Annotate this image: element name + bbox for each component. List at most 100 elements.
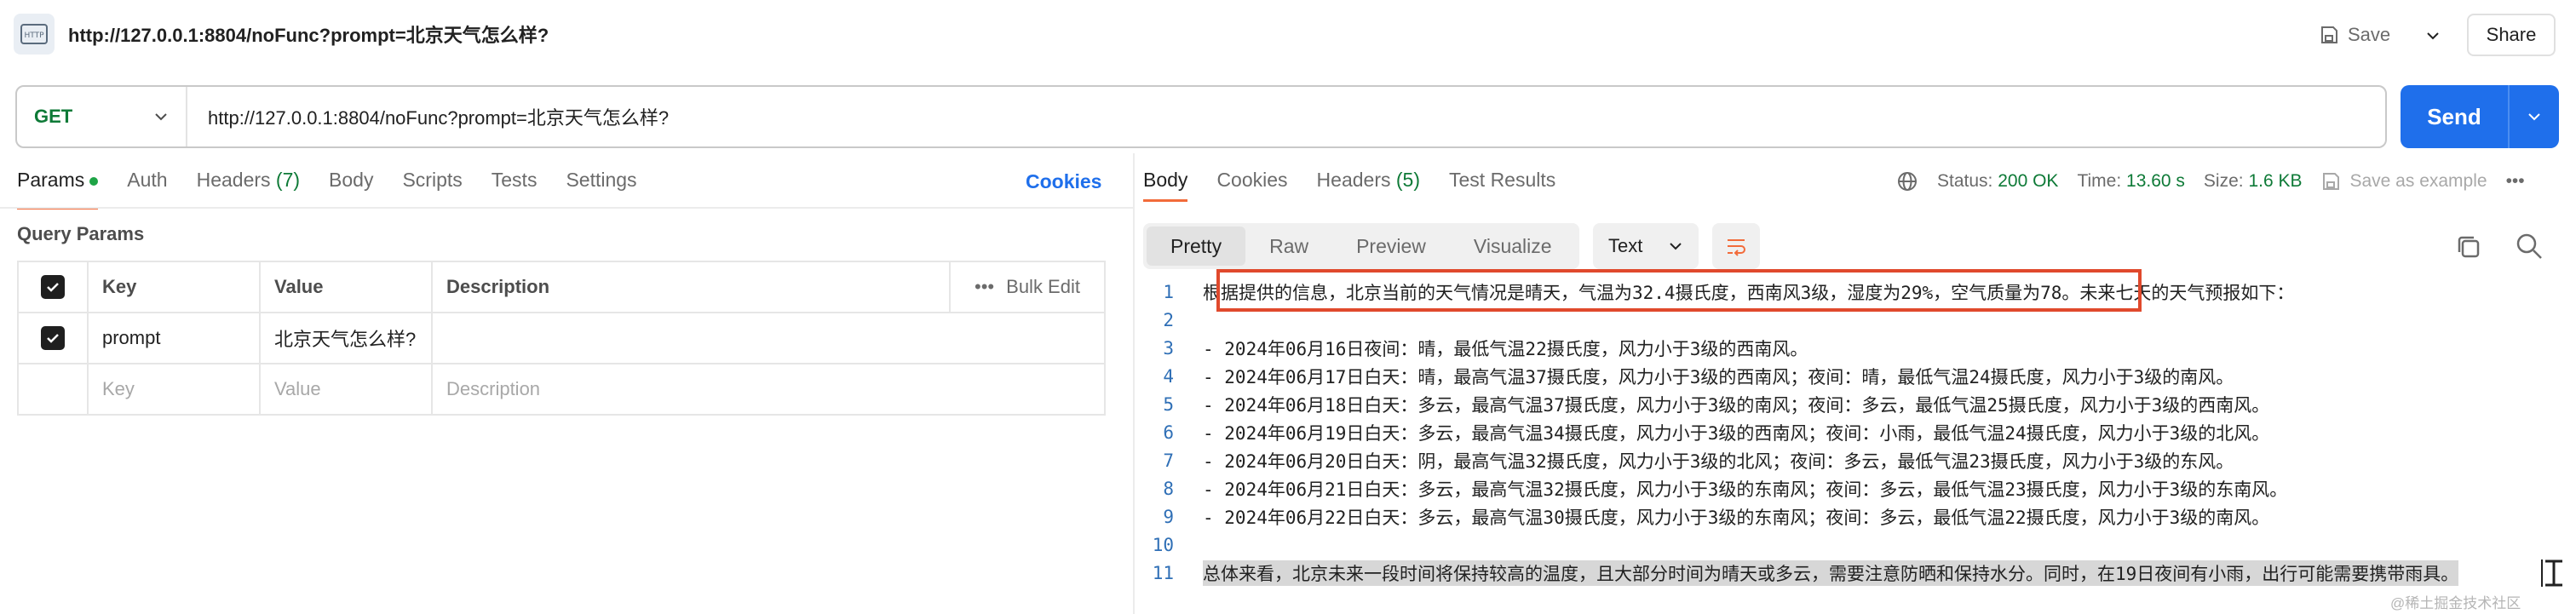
request-tabs: Params Auth Headers (7) Body Scripts Tes…: [17, 169, 637, 209]
row-checkbox[interactable]: [19, 313, 89, 363]
word-wrap-icon[interactable]: [1712, 223, 1760, 269]
query-params-label: Query Params: [17, 223, 145, 244]
tab-auth[interactable]: Auth: [127, 169, 167, 199]
param-key[interactable]: prompt: [89, 313, 261, 363]
tab-tests[interactable]: Tests: [492, 169, 538, 199]
line-number: 10: [1152, 534, 1174, 555]
format-value: Text: [1608, 235, 1643, 256]
code-text: - 2024年06月18日白天：多云，最高气温37摄氏度，风力小于3级的南风；夜…: [1203, 394, 2270, 416]
mode-raw[interactable]: Raw: [1245, 227, 1332, 266]
response-status: Status: 200 OK Time: 13.60 s Size: 1.6 K…: [1896, 170, 2525, 192]
line-number: 2: [1163, 309, 1174, 330]
tab-test-results[interactable]: Test Results: [1449, 169, 1555, 192]
tab-headers[interactable]: Headers (7): [197, 169, 300, 199]
time: Time: 13.60 s: [2077, 171, 2185, 191]
response-tabs: Body Cookies Headers (5) Test Results: [1143, 169, 1555, 202]
mode-visualize[interactable]: Visualize: [1450, 227, 1576, 266]
annotation-highlight-box: [1216, 269, 2142, 312]
code-text: - 2024年06月19日白天：多云，最高气温34摄氏度，风力小于3级的西南风；…: [1203, 422, 2270, 444]
svg-text:HTTP: HTTP: [24, 32, 44, 40]
code-text: - 2024年06月16日夜间：晴，最低气温22摄氏度，风力小于3级的西南风。: [1203, 338, 1808, 359]
line-number: 4: [1163, 365, 1174, 387]
code-line: 9 - 2024年06月22日白天：多云，最高气温30摄氏度，风力小于3级的东南风…: [1143, 502, 2576, 531]
tab-scripts[interactable]: Scripts: [402, 169, 462, 199]
params-table: Key Value Description ••• Bulk Edit promp…: [17, 261, 1106, 416]
line-number: 1: [1163, 281, 1174, 302]
empty-checkbox-cell: [19, 364, 89, 414]
pane-divider[interactable]: [1133, 153, 1135, 614]
mode-pretty[interactable]: Pretty: [1147, 227, 1246, 266]
response-body-editor[interactable]: 1 根据提供的信息，北京当前的天气情况是晴天，气温为32.4摄氏度，西南风3级，湿…: [1143, 278, 2576, 587]
save-options-chevron-icon[interactable]: [2416, 19, 2450, 53]
header-value: Value: [261, 262, 433, 312]
chevron-down-icon: [1670, 243, 1682, 250]
line-number: 5: [1163, 393, 1174, 415]
value-placeholder[interactable]: Value: [261, 364, 433, 414]
code-text: - 2024年06月17日白天：晴，最高气温37摄氏度，风力小于3级的西南风；夜…: [1203, 366, 2234, 387]
save-label: Save: [2348, 24, 2391, 45]
param-value[interactable]: 北京天气怎么样?: [261, 313, 433, 363]
save-button[interactable]: Save: [2319, 17, 2390, 53]
select-all-checkbox[interactable]: [19, 262, 89, 312]
line-number: 3: [1163, 337, 1174, 359]
code-text: - 2024年06月20日白天：阴，最高气温32摄氏度，风力小于3级的北风；夜间…: [1203, 450, 2234, 472]
table-row-empty: Key Value Description: [19, 364, 1104, 414]
text-cursor-icon: [2541, 559, 2562, 587]
size: Size: 1.6 KB: [2203, 171, 2303, 191]
code-line: 7 - 2024年06月20日白天：阴，最高气温32摄氏度，风力小于3级的北风；夜…: [1143, 446, 2576, 474]
line-number: 11: [1152, 562, 1174, 583]
search-icon[interactable]: [2513, 230, 2545, 262]
bulk-edit-button[interactable]: ••• Bulk Edit: [951, 262, 1104, 312]
method-value: GET: [34, 106, 73, 127]
method-select[interactable]: GET: [17, 87, 187, 146]
params-active-dot: [89, 176, 99, 186]
send-label[interactable]: Send: [2401, 85, 2508, 148]
tab-params[interactable]: Params: [17, 169, 99, 209]
code-text-selected: 总体来看，北京未来一段时间将保持较高的温度，且大部分时间为晴天或多云，需要注意防…: [1203, 559, 2459, 586]
code-line: 10: [1143, 531, 2576, 559]
line-number: 6: [1163, 422, 1174, 443]
watermark: @稀土掘金技术社区: [2390, 595, 2521, 611]
share-button[interactable]: Share: [2467, 14, 2556, 56]
request-title[interactable]: http://127.0.0.1:8804/noFunc?prompt=北京天气…: [68, 20, 549, 48]
tab-response-cookies[interactable]: Cookies: [1216, 169, 1287, 192]
param-description[interactable]: [433, 313, 1104, 363]
tab-response-headers[interactable]: Headers (5): [1317, 169, 1420, 192]
tab-settings[interactable]: Settings: [566, 169, 636, 199]
response-view-modes: Pretty Raw Preview Visualize: [1143, 223, 1579, 269]
cookies-link[interactable]: Cookies: [1026, 170, 1101, 193]
tab-response-body[interactable]: Body: [1143, 169, 1188, 202]
copy-icon[interactable]: [2453, 232, 2484, 262]
description-placeholder[interactable]: Description: [433, 364, 1104, 414]
send-button[interactable]: Send: [2401, 85, 2559, 148]
code-line: 11 总体来看，北京未来一段时间将保持较高的温度，且大部分时间为晴天或多云，需要注…: [1143, 559, 2576, 587]
more-options-icon[interactable]: •••: [975, 276, 994, 298]
code-text: - 2024年06月22日白天：多云，最高气温30摄氏度，风力小于3级的东南风；…: [1203, 507, 2270, 528]
header-key: Key: [89, 262, 261, 312]
http-request-icon: HTTP: [14, 14, 55, 55]
tab-body[interactable]: Body: [329, 169, 373, 199]
header-description: Description: [433, 262, 951, 312]
code-line: 4 - 2024年06月17日白天：晴，最高气温37摄氏度，风力小于3级的西南风；…: [1143, 362, 2576, 390]
key-placeholder[interactable]: Key: [89, 364, 261, 414]
more-options-icon[interactable]: •••: [2506, 171, 2525, 192]
code-line: 5 - 2024年06月18日白天：多云，最高气温37摄氏度，风力小于3级的南风；…: [1143, 390, 2576, 418]
line-number: 7: [1163, 450, 1174, 471]
code-text: - 2024年06月21日白天：多云，最高气温32摄氏度，风力小于3级的东南风；…: [1203, 479, 2288, 500]
chevron-down-icon: [155, 113, 167, 121]
globe-icon[interactable]: [1896, 170, 1918, 192]
url-input[interactable]: http://127.0.0.1:8804/noFunc?prompt=北京天气…: [187, 103, 2385, 130]
save-icon: [2321, 26, 2337, 43]
save-icon: [2323, 173, 2340, 190]
mode-preview[interactable]: Preview: [1332, 227, 1450, 266]
line-number: 9: [1163, 506, 1174, 527]
params-header-row: Key Value Description ••• Bulk Edit: [19, 262, 1104, 313]
code-line: 6 - 2024年06月19日白天：多云，最高气温34摄氏度，风力小于3级的西南风…: [1143, 418, 2576, 446]
status: Status: 200 OK: [1937, 171, 2059, 191]
code-line: 3 - 2024年06月16日夜间：晴，最低气温22摄氏度，风力小于3级的西南风。: [1143, 334, 2576, 362]
save-as-example-button[interactable]: Save as example: [2320, 171, 2487, 192]
table-row: prompt 北京天气怎么样?: [19, 313, 1104, 364]
format-select[interactable]: Text: [1593, 223, 1699, 269]
line-number: 8: [1163, 478, 1174, 499]
send-options-chevron-icon[interactable]: [2508, 85, 2559, 148]
